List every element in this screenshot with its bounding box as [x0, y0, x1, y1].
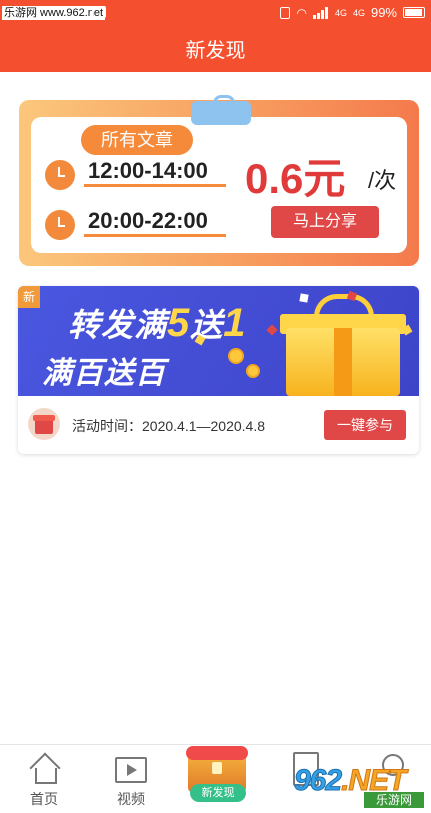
tab-video[interactable]: 视频 [101, 745, 161, 813]
watermark-logo-subtitle: 乐游网 [364, 792, 424, 808]
coin-icon [228, 348, 244, 364]
app-header: 乐游网 www.962.net ◠ 4G 4G 99% 新发现 [0, 0, 431, 72]
join-button[interactable]: 一键参与 [324, 410, 406, 440]
reward-unit: /次 [368, 168, 397, 193]
promo-banner[interactable]: 新 转发满5送1 满百送百 [18, 286, 419, 396]
tab-home-label: 首页 [30, 791, 58, 807]
page-title: 新发现 [185, 40, 246, 62]
watermark-logo: 962.NET 乐游网 [290, 764, 426, 808]
status-bar: 乐游网 www.962.net ◠ 4G 4G 99% [0, 0, 431, 26]
clip-decoration [191, 95, 251, 125]
article-tag: 所有文章 [81, 125, 193, 155]
video-icon [115, 757, 147, 783]
time-slot-1: 12:00-14:00 [88, 158, 208, 183]
confetti-decoration [266, 324, 278, 336]
promo-card: 新 转发满5送1 满百送百 活动时间：2020.4.1—2020.4.8 一键参… [18, 286, 419, 454]
network-type-2: 4G [352, 7, 365, 18]
vibrate-icon [280, 6, 291, 19]
promo-headline-prefix: 转发满 [68, 307, 168, 343]
battery-icon [403, 7, 425, 18]
confetti-decoration [299, 293, 309, 303]
home-icon [28, 755, 60, 784]
activity-row: 活动时间：2020.4.1—2020.4.8 一键参与 [18, 396, 419, 454]
coin-icon [246, 364, 260, 378]
battery-percent: 99% [370, 5, 397, 20]
time-slot-1-underline [84, 184, 226, 187]
promo-headline-num1: 5 [167, 301, 191, 345]
activity-time: 活动时间：2020.4.1—2020.4.8 [72, 418, 265, 434]
new-badge: 新 [18, 286, 40, 308]
gift-box-icon [286, 328, 400, 396]
promo-headline: 转发满5送1 [68, 300, 247, 346]
wifi-icon: ◠ [296, 5, 307, 20]
signal-icon [312, 6, 329, 19]
clock-icon [45, 210, 75, 240]
time-slot-2-underline [84, 234, 226, 237]
time-slot-2: 20:00-22:00 [88, 208, 208, 233]
status-icons: ◠ 4G 4G 99% [280, 5, 425, 20]
tab-home[interactable]: 首页 [14, 745, 74, 813]
notification-icon [92, 6, 106, 18]
promo-subline: 满百送百 [42, 357, 166, 390]
promo-headline-num2: 1 [223, 301, 247, 345]
tab-video-label: 视频 [117, 791, 145, 807]
reward-price: 0.6元 [245, 155, 346, 202]
tab-discover-label[interactable]: 新发现 [190, 784, 246, 802]
watermark-text: 乐游网 www.962.net [2, 6, 106, 20]
share-now-button[interactable]: 马上分享 [271, 206, 379, 238]
watermark-logo-number: 962 [293, 764, 342, 798]
clock-icon [45, 160, 75, 190]
network-type-1: 4G [334, 7, 347, 18]
gift-icon [28, 408, 60, 440]
